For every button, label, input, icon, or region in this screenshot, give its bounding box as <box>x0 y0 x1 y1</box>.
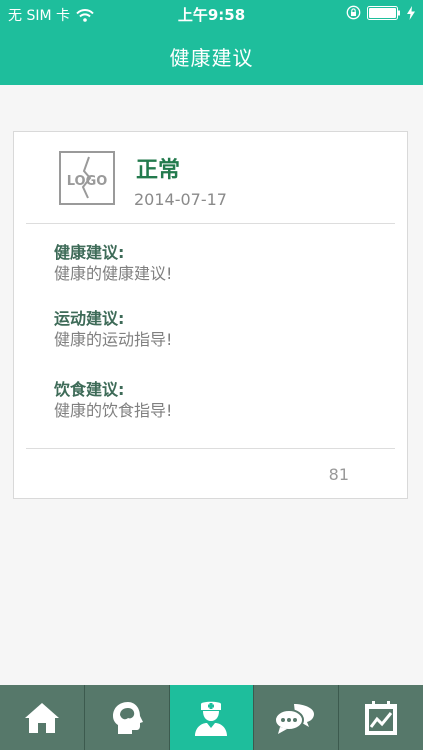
count-label: 81 <box>328 465 349 484</box>
header: 无 SIM 卡 上午9:58 健康建议 <box>0 0 423 85</box>
tab-mental[interactable] <box>85 685 170 750</box>
section-title: 饮食建议: <box>54 380 125 399</box>
tab-records[interactable] <box>339 685 423 750</box>
chart-trend-icon <box>362 699 400 737</box>
divider <box>26 448 395 449</box>
charging-icon <box>407 5 415 20</box>
chat-bubbles-icon <box>274 700 318 736</box>
status-right <box>346 5 415 20</box>
exercise-advice-section: 运动建议: 健康的运动指导! <box>54 309 172 350</box>
rotation-lock-icon <box>346 5 361 20</box>
divider <box>26 223 395 224</box>
status-bar: 无 SIM 卡 上午9:58 <box>0 0 423 26</box>
health-advice-section: 健康建议: 健康的健康建议! <box>54 243 172 284</box>
tab-bar <box>0 685 423 750</box>
page-title: 健康建议 <box>169 46 254 70</box>
tab-doctor[interactable] <box>169 685 255 750</box>
section-text: 健康的健康建议! <box>54 264 173 283</box>
svg-text:LOGO: LOGO <box>67 174 108 189</box>
battery-icon <box>367 5 401 20</box>
logo-placeholder-icon: LOGO <box>59 151 115 205</box>
home-icon <box>23 700 61 736</box>
tab-messages[interactable] <box>254 685 340 750</box>
section-title: 健康建议: <box>54 243 125 262</box>
record-date: 2014-07-17 <box>134 190 227 209</box>
head-brain-icon <box>108 699 146 737</box>
doctor-icon <box>191 698 231 738</box>
advice-card: LOGO 正常 2014-07-17 健康建议: 健康的健康建议! 运动建议: … <box>13 131 408 499</box>
section-title: 运动建议: <box>54 309 125 328</box>
health-status: 正常 <box>136 158 181 183</box>
diet-advice-section: 饮食建议: 健康的饮食指导! <box>54 380 172 421</box>
section-text: 健康的运动指导! <box>54 330 173 349</box>
tab-home[interactable] <box>0 685 85 750</box>
section-text: 健康的饮食指导! <box>54 401 173 420</box>
